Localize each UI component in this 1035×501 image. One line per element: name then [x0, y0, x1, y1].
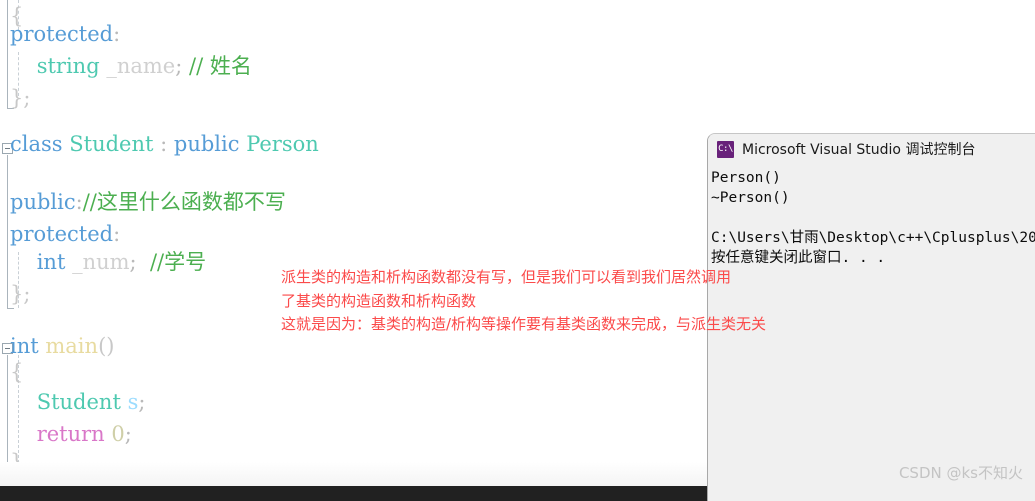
console-title-text: Microsoft Visual Studio 调试控制台 — [742, 142, 976, 158]
console-output-line: ~Person() — [711, 190, 790, 206]
region-guide-main — [7, 355, 8, 463]
code-token: protected — [10, 222, 114, 246]
code-line: protected: — [10, 18, 120, 50]
console-output-area[interactable]: Person() ~Person() C:\Users\甘雨\Desktop\c++… — [708, 164, 1035, 501]
code-token: }; — [10, 282, 31, 306]
window-bottom-bar — [0, 486, 707, 501]
code-token: // 姓名 — [189, 54, 252, 78]
code-token: protected — [10, 22, 114, 46]
code-token: { — [10, 360, 24, 384]
code-token: public — [10, 190, 76, 214]
code-token: Person — [246, 132, 319, 156]
code-token: ; — [124, 422, 132, 446]
code-line: int main() — [10, 330, 114, 362]
console-titlebar[interactable]: C:\ Microsoft Visual Studio 调试控制台 — [708, 134, 1035, 164]
console-output-line: C:\Users\甘雨\Desktop\c++\Cplusplus\2023\ — [711, 230, 1035, 246]
region-guide-student — [7, 155, 8, 308]
code-token: class — [10, 132, 63, 156]
code-token: { — [10, 4, 24, 28]
code-token: _num — [72, 250, 130, 274]
code-token: : — [75, 190, 83, 214]
code-token: return — [36, 422, 105, 446]
code-token: Student — [36, 390, 121, 414]
code-token: //这里什么函数都不写 — [82, 190, 286, 214]
code-token: () — [98, 334, 115, 358]
code-line: }; — [10, 82, 30, 114]
code-line: int _num; //学号 — [10, 246, 206, 278]
code-token: int — [36, 250, 66, 274]
code-line: string _name; // 姓名 — [10, 50, 252, 82]
csdn-watermark: CSDN @ks不知火 — [898, 464, 1023, 482]
code-token: }; — [10, 86, 31, 110]
code-token: int — [10, 334, 39, 358]
code-line: class Student : public Person — [10, 128, 319, 160]
code-line: Student s; — [10, 386, 146, 418]
code-token: : — [113, 222, 121, 246]
code-token: : — [113, 22, 121, 46]
code-line: }; — [10, 278, 30, 310]
code-line: { — [10, 0, 23, 32]
code-line: return 0; — [10, 418, 132, 450]
code-token: ; — [129, 250, 137, 274]
code-token: 0 — [111, 422, 125, 446]
console-icon-glyph: C:\ — [718, 143, 733, 154]
region-guide-person — [7, 0, 8, 108]
code-token: string — [36, 54, 100, 78]
code-line: { — [10, 356, 23, 388]
code-line: public://这里什么函数都不写 — [10, 186, 286, 218]
code-token: ; — [138, 390, 146, 414]
code-token: s — [127, 390, 139, 414]
console-window-icon: C:\ — [717, 140, 734, 158]
editor-bottom-fade — [0, 462, 707, 486]
console-output-line: 按任意键关闭此窗口. . . — [711, 250, 886, 266]
code-token: public — [173, 132, 240, 156]
console-output-line: Person() — [711, 170, 781, 186]
console-window[interactable]: C:\ Microsoft Visual Studio 调试控制台 Person… — [707, 133, 1035, 501]
code-token: //学号 — [149, 250, 207, 274]
code-token: _name — [106, 54, 176, 78]
code-token: Student — [69, 132, 154, 156]
code-token: main — [45, 334, 99, 358]
